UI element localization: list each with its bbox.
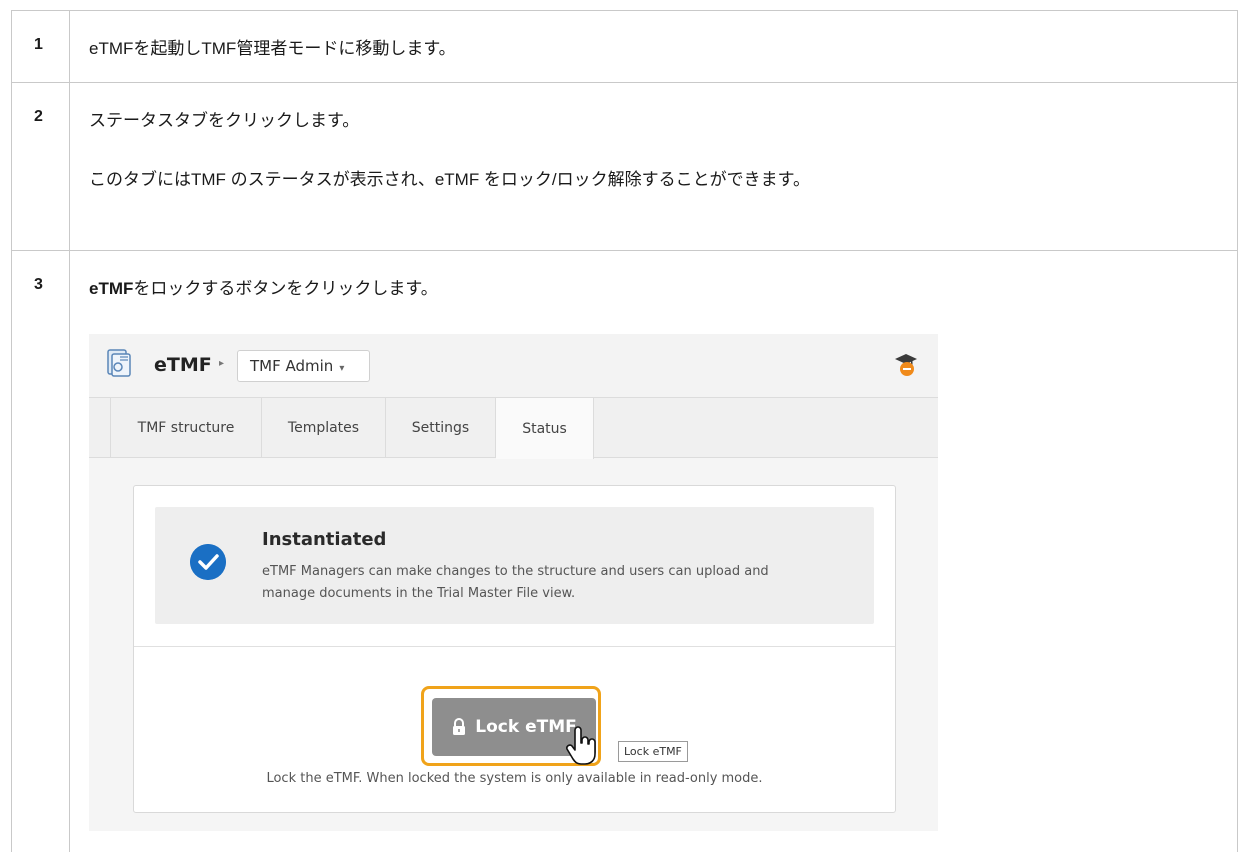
embedded-screenshot: eTMF ▸ TMF Admin ▾ TMF structure Template… (89, 334, 938, 831)
document-app-icon (107, 349, 131, 377)
step-text: eTMFを起動しTMF管理者モードに移動します。 (70, 11, 1237, 82)
step-note: このタブにはTMF のステータスが表示され、eTMF をロック/ロック解除するこ… (89, 170, 810, 189)
step-bold-term: eTMF (89, 279, 134, 298)
step-instruction-rest: をロックするボタンをクリックします。 (133, 279, 438, 298)
step-number: 1 (12, 11, 70, 82)
caret-down-icon: ▾ (339, 363, 345, 374)
lock-icon (453, 718, 466, 735)
step-row-2: 2 ステータスタブをクリックします。 このタブにはTMF のステータスが表示され… (11, 83, 1238, 251)
tab-templates[interactable]: Templates (262, 398, 386, 458)
tab-bar: TMF structure Templates Settings Status (89, 398, 938, 459)
tooltip: Lock eTMF (618, 741, 688, 762)
status-panel: Instantiated eTMF Managers can make chan… (133, 485, 896, 813)
tab-status[interactable]: Status (496, 398, 594, 459)
step-instruction: eTMFをロックするボタンをクリックします。 (89, 277, 1237, 301)
step-row-1: 1 eTMFを起動しTMF管理者モードに移動します。 (11, 11, 1238, 83)
lock-button-label: Lock eTMF (475, 717, 577, 737)
hand-cursor-icon (566, 726, 596, 765)
status-description: eTMF Managers can make changes to the st… (262, 564, 769, 601)
graduation-cap-icon[interactable] (893, 352, 919, 378)
tab-tmf-structure[interactable]: TMF structure (110, 398, 262, 458)
app-name: eTMF (154, 354, 212, 376)
step-instruction: eTMFを起動しTMF管理者モードに移動します。 (89, 39, 456, 58)
status-title: Instantiated (262, 529, 387, 550)
step-instruction: ステータスタブをクリックします。 (89, 111, 360, 130)
breadcrumb-arrow-icon: ▸ (219, 358, 225, 369)
status-box: Instantiated eTMF Managers can make chan… (155, 507, 874, 624)
tab-settings[interactable]: Settings (386, 398, 496, 458)
check-circle-icon (190, 544, 226, 580)
mode-select-value: TMF Admin (250, 357, 334, 375)
step-number: 3 (12, 251, 70, 852)
step-number: 2 (12, 83, 70, 250)
app-header: eTMF ▸ TMF Admin ▾ (89, 334, 938, 398)
divider (134, 646, 895, 647)
step-text: ステータスタブをクリックします。 このタブにはTMF のステータスが表示され、e… (70, 83, 1237, 250)
lock-hint: Lock the eTMF. When locked the system is… (266, 771, 763, 786)
mode-select[interactable]: TMF Admin ▾ (237, 350, 370, 382)
